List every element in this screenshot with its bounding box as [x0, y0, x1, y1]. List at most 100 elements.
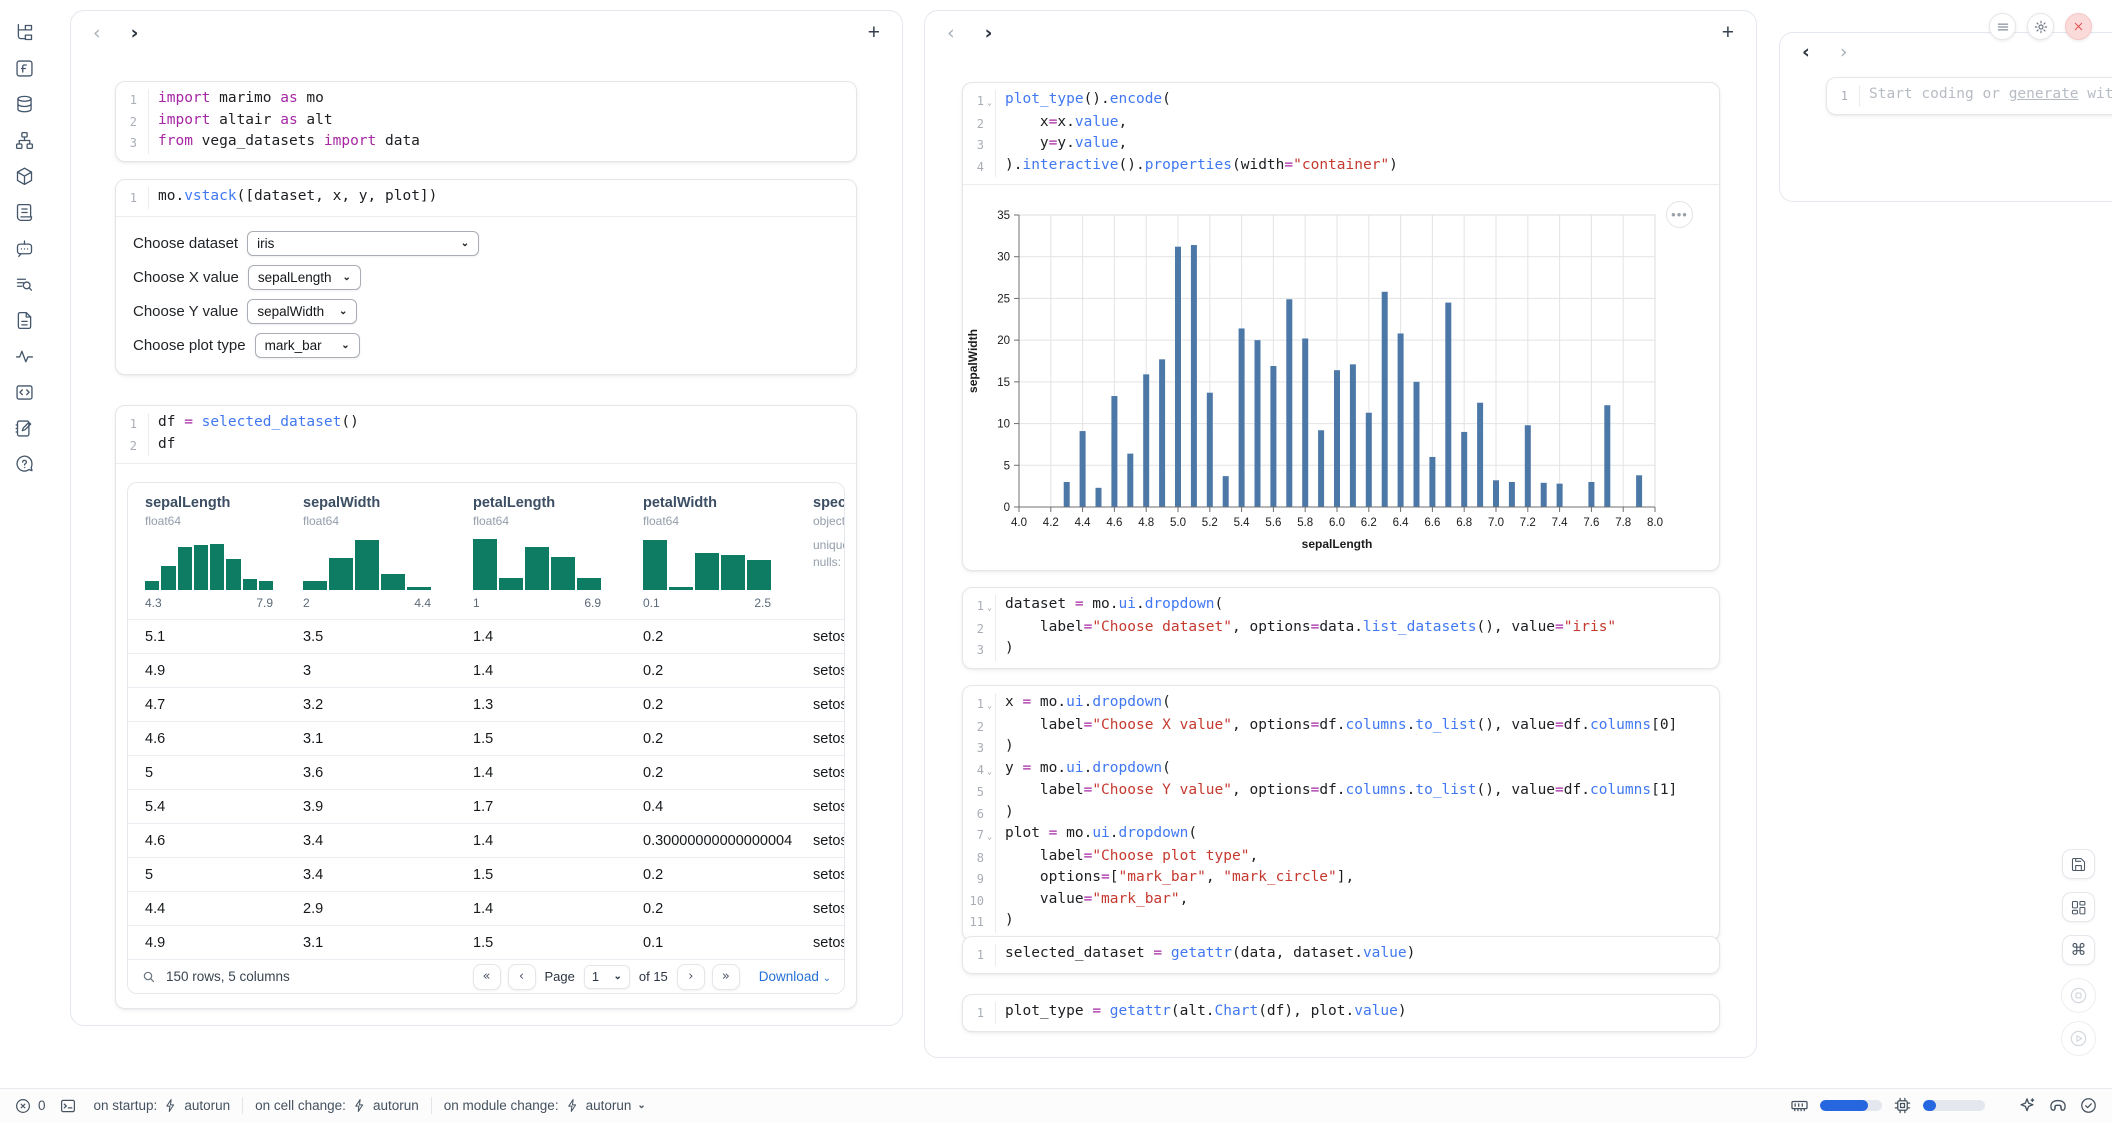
- function-square-icon[interactable]: [13, 57, 36, 80]
- table-row: 4.93.11.50.1setosa: [128, 925, 844, 959]
- cell-plot: 1⌄plot_type().encode(2 x=x.value,3 y=y.v…: [962, 82, 1720, 571]
- add-column-button[interactable]: +: [868, 21, 880, 45]
- table-cell: 3.1: [286, 731, 456, 747]
- panel-menu-button[interactable]: [1989, 13, 2016, 40]
- list-search-icon[interactable]: [13, 273, 36, 296]
- chevron-right-icon[interactable]: ›: [131, 24, 139, 43]
- table-body: 5.13.51.40.2setosa4.931.40.2setosa4.73.2…: [128, 619, 844, 959]
- y-value-select[interactable]: sepalWidth⌄: [247, 299, 357, 324]
- svg-text:7.2: 7.2: [1520, 517, 1536, 529]
- altair-bar-chart[interactable]: 4.04.24.44.64.85.05.25.45.65.86.06.26.46…: [963, 185, 1719, 570]
- code-editor[interactable]: 1df = selected_dataset()2df: [116, 406, 856, 463]
- settings-button[interactable]: [2027, 13, 2054, 40]
- stop-button[interactable]: [2061, 978, 2096, 1013]
- add-column-button[interactable]: +: [1722, 21, 1734, 45]
- on-startup-setting[interactable]: on startup: autorun: [94, 1098, 231, 1113]
- help-chat-icon[interactable]: [13, 453, 36, 476]
- code-editor[interactable]: 1import marimo as mo2import altair as al…: [116, 82, 856, 161]
- page-select[interactable]: 1⌄: [584, 965, 630, 989]
- chevron-down-icon: ⌄: [331, 340, 349, 351]
- chart-options-button[interactable]: •••: [1666, 201, 1693, 228]
- column-header[interactable]: petalLength float64 16.9: [456, 495, 626, 610]
- file-text-icon[interactable]: [13, 309, 36, 332]
- code-editor[interactable]: 1 Start coding or generate with: [1827, 78, 2112, 114]
- connection-status-button[interactable]: [2079, 1096, 2098, 1115]
- code-editor[interactable]: 1plot_type = getattr(alt.Chart(df), plot…: [963, 995, 1719, 1031]
- file-tree-icon[interactable]: [13, 21, 36, 44]
- table-cell: 1.4: [456, 901, 626, 917]
- on-module-change-setting[interactable]: on module change: autorun ⌄: [444, 1098, 646, 1113]
- column-header[interactable]: species object unique:nulls:: [796, 495, 844, 610]
- copilot-button[interactable]: [2048, 1096, 2068, 1116]
- table-row: 4.63.11.50.2setosa: [128, 721, 844, 755]
- status-bar: 0 on startup: autorun on cell change: au…: [0, 1088, 2112, 1122]
- chevron-left-icon[interactable]: ‹: [93, 24, 101, 43]
- next-page-button[interactable]: ›: [677, 964, 705, 990]
- cpu-usage-meter: [1923, 1100, 1985, 1111]
- on-cell-change-setting[interactable]: on cell change: autorun: [255, 1098, 419, 1113]
- cell-plot-type: 1plot_type = getattr(alt.Chart(df), plot…: [962, 994, 1720, 1032]
- command-palette-button[interactable]: ⌘: [2062, 935, 2095, 965]
- table-cell: 4.9: [128, 935, 286, 951]
- notebook-pen-icon[interactable]: [13, 417, 36, 440]
- code-snippet-icon[interactable]: [13, 381, 36, 404]
- dataset-select[interactable]: iris⌄: [247, 231, 479, 256]
- svg-text:5.4: 5.4: [1234, 517, 1251, 529]
- ai-sparkle-button[interactable]: [2017, 1096, 2037, 1116]
- search-icon[interactable]: [141, 969, 157, 985]
- table-cell: 4.6: [128, 833, 286, 849]
- code-editor[interactable]: 1mo.vstack([dataset, x, y, plot]): [116, 180, 856, 216]
- table-footer: 150 rows, 5 columns « ‹ Page 1⌄ of 15 › …: [128, 959, 844, 993]
- cell-imports: 1import marimo as mo2import altair as al…: [115, 81, 857, 162]
- svg-text:6.4: 6.4: [1393, 517, 1410, 529]
- error-count[interactable]: 0: [14, 1097, 46, 1115]
- notebook-column-1: ‹ › + 1import marimo as mo2import altair…: [70, 10, 903, 1026]
- dataframe-table: sepalLength float64 4.37.9 sepalWidth fl…: [127, 482, 845, 994]
- dropdown-label: Choose plot type: [133, 337, 246, 354]
- table-cell: setosa: [796, 867, 844, 883]
- chevron-right-icon[interactable]: ›: [1840, 43, 1848, 62]
- download-button[interactable]: Download ⌄: [759, 969, 831, 984]
- chevron-down-icon: ⌄: [329, 306, 347, 317]
- svg-text:6.2: 6.2: [1361, 517, 1377, 529]
- code-editor[interactable]: 1selected_dataset = getattr(data, datase…: [963, 937, 1719, 973]
- terminal-button[interactable]: [59, 1097, 77, 1115]
- chevron-left-icon[interactable]: ‹: [947, 24, 955, 43]
- layout-toggle-button[interactable]: [2062, 892, 2095, 922]
- code-editor[interactable]: 1⌄plot_type().encode(2 x=x.value,3 y=y.v…: [963, 83, 1719, 184]
- column-header[interactable]: sepalLength float64 4.37.9: [128, 495, 286, 610]
- table-cell: 0.2: [626, 629, 796, 645]
- activity-icon[interactable]: [13, 345, 36, 368]
- code-editor[interactable]: 1⌄dataset = mo.ui.dropdown(2 label="Choo…: [963, 588, 1719, 668]
- prev-page-button[interactable]: ‹: [508, 964, 536, 990]
- svg-text:4.0: 4.0: [1011, 517, 1027, 529]
- last-page-button[interactable]: »: [712, 964, 740, 990]
- table-cell: 1.5: [456, 731, 626, 747]
- table-row: 53.61.40.2setosa: [128, 755, 844, 789]
- table-cell: 1.4: [456, 629, 626, 645]
- table-row: 53.41.50.2setosa: [128, 857, 844, 891]
- dependency-graph-icon[interactable]: [13, 129, 36, 152]
- code-editor[interactable]: 1⌄x = mo.ui.dropdown(2 label="Choose X v…: [963, 686, 1719, 940]
- generate-with-ai-link[interactable]: generate: [2009, 86, 2079, 102]
- plot-type-select[interactable]: mark_bar⌄: [255, 333, 360, 358]
- chevron-left-icon[interactable]: ‹: [1802, 43, 1810, 62]
- table-cell: 4.9: [128, 663, 286, 679]
- column-histogram: [303, 536, 431, 590]
- svg-text:5.6: 5.6: [1265, 517, 1281, 529]
- column-header[interactable]: petalWidth float64 0.12.5: [626, 495, 796, 610]
- package-box-icon[interactable]: [13, 165, 36, 188]
- svg-text:6.8: 6.8: [1456, 517, 1472, 529]
- close-button[interactable]: [2065, 13, 2092, 40]
- table-cell: 4.7: [128, 697, 286, 713]
- chat-bot-icon[interactable]: [13, 237, 36, 260]
- table-row: 4.63.41.40.30000000000000004setosa: [128, 823, 844, 857]
- save-button[interactable]: [2062, 849, 2095, 879]
- chevron-right-icon[interactable]: ›: [985, 24, 993, 43]
- run-button[interactable]: [2061, 1021, 2096, 1056]
- database-icon[interactable]: [13, 93, 36, 116]
- x-value-select[interactable]: sepalLength⌄: [248, 265, 361, 290]
- scroll-log-icon[interactable]: [13, 201, 36, 224]
- column-header[interactable]: sepalWidth float64 24.4: [286, 495, 456, 610]
- first-page-button[interactable]: «: [473, 964, 501, 990]
